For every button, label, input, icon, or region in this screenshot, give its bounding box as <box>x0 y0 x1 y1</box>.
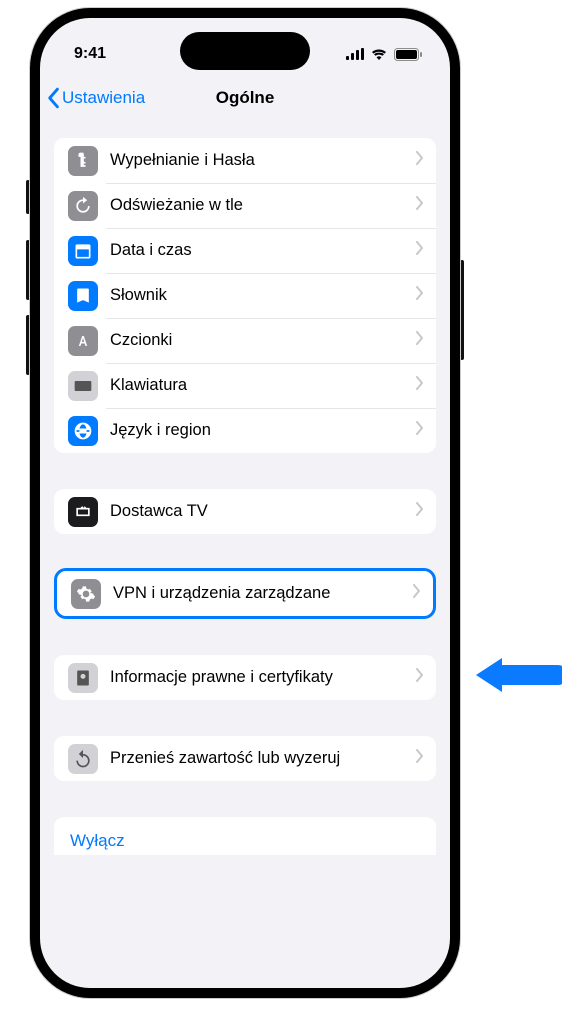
key-icon <box>68 146 98 176</box>
chevron-right-icon <box>416 421 424 440</box>
shutdown-button[interactable]: Wyłącz <box>54 817 436 855</box>
power-button <box>460 260 464 360</box>
settings-group: VPN i urządzenia zarządzane <box>54 568 436 619</box>
chevron-right-icon <box>416 286 424 305</box>
row-label: Czcionki <box>110 331 416 350</box>
cellular-icon <box>346 48 364 60</box>
chevron-left-icon <box>46 87 60 109</box>
row-label: Odświeżanie w tle <box>110 196 416 215</box>
row-label: Wypełnianie i Hasła <box>110 151 416 170</box>
settings-group: Wypełnianie i Hasła Odświeżanie w tle Data… <box>54 138 436 453</box>
reset-icon <box>68 744 98 774</box>
settings-row-odswiezanie-w-tle[interactable]: Odświeżanie w tle <box>54 183 436 228</box>
settings-group: Dostawca TV <box>54 489 436 534</box>
dynamic-island <box>180 32 310 70</box>
settings-row-czcionki[interactable]: Czcionki <box>54 318 436 363</box>
settings-group: Informacje prawne i certyfikaty <box>54 655 436 700</box>
chevron-right-icon <box>416 241 424 260</box>
settings-row-przenies-zawartosc-lub-wyzeruj[interactable]: Przenieś zawartość lub wyzeruj <box>54 736 436 781</box>
settings-row-vpn-i-urzadzenia-zarzadzane[interactable]: VPN i urządzenia zarządzane <box>57 571 433 616</box>
keyboard-icon <box>68 371 98 401</box>
row-label: Język i region <box>110 421 416 440</box>
settings-group: Przenieś zawartość lub wyzeruj <box>54 736 436 781</box>
settings-row-dostawca-tv[interactable]: Dostawca TV <box>54 489 436 534</box>
phone-frame: 9:41 Ustawienia Ogólne Wypełnianie i Has… <box>30 8 460 998</box>
back-label: Ustawienia <box>62 88 145 108</box>
settings-row-data-i-czas[interactable]: Data i czas <box>54 228 436 273</box>
chevron-right-icon <box>416 668 424 687</box>
settings-row-jezyk-i-region[interactable]: Język i region <box>54 408 436 453</box>
row-label: Informacje prawne i certyfikaty <box>110 668 416 687</box>
chevron-right-icon <box>416 151 424 170</box>
back-button[interactable]: Ustawienia <box>46 87 145 109</box>
calendar-icon <box>68 236 98 266</box>
wifi-icon <box>370 48 388 60</box>
row-label: Dostawca TV <box>110 502 416 521</box>
tv-icon <box>68 497 98 527</box>
row-label: VPN i urządzenia zarządzane <box>113 584 413 603</box>
settings-row-klawiatura[interactable]: Klawiatura <box>54 363 436 408</box>
row-label: Przenieś zawartość lub wyzeruj <box>110 749 416 768</box>
settings-content: Wypełnianie i Hasła Odświeżanie w tle Data… <box>40 120 450 855</box>
chevron-right-icon <box>416 331 424 350</box>
pointer-arrow-icon <box>472 650 562 700</box>
settings-row-wypenianie-i-hasa[interactable]: Wypełnianie i Hasła <box>54 138 436 183</box>
row-label: Klawiatura <box>110 376 416 395</box>
row-label: Słownik <box>110 286 416 305</box>
chevron-right-icon <box>416 376 424 395</box>
globe-icon <box>68 416 98 446</box>
chevron-right-icon <box>416 749 424 768</box>
gear-icon <box>71 579 101 609</box>
chevron-right-icon <box>413 584 421 603</box>
row-label: Data i czas <box>110 241 416 260</box>
chevron-right-icon <box>416 502 424 521</box>
cert-icon <box>68 663 98 693</box>
screen: 9:41 Ustawienia Ogólne Wypełnianie i Has… <box>40 18 450 988</box>
book-icon <box>68 281 98 311</box>
status-time: 9:41 <box>74 45 106 63</box>
navigation-bar: Ustawienia Ogólne <box>40 76 450 120</box>
chevron-right-icon <box>416 196 424 215</box>
status-indicators <box>346 48 422 61</box>
font-icon <box>68 326 98 356</box>
settings-row-informacje-prawne-i-certyfikaty[interactable]: Informacje prawne i certyfikaty <box>54 655 436 700</box>
battery-icon <box>394 48 422 61</box>
page-title: Ogólne <box>216 88 275 108</box>
settings-row-sownik[interactable]: Słownik <box>54 273 436 318</box>
refresh-icon <box>68 191 98 221</box>
